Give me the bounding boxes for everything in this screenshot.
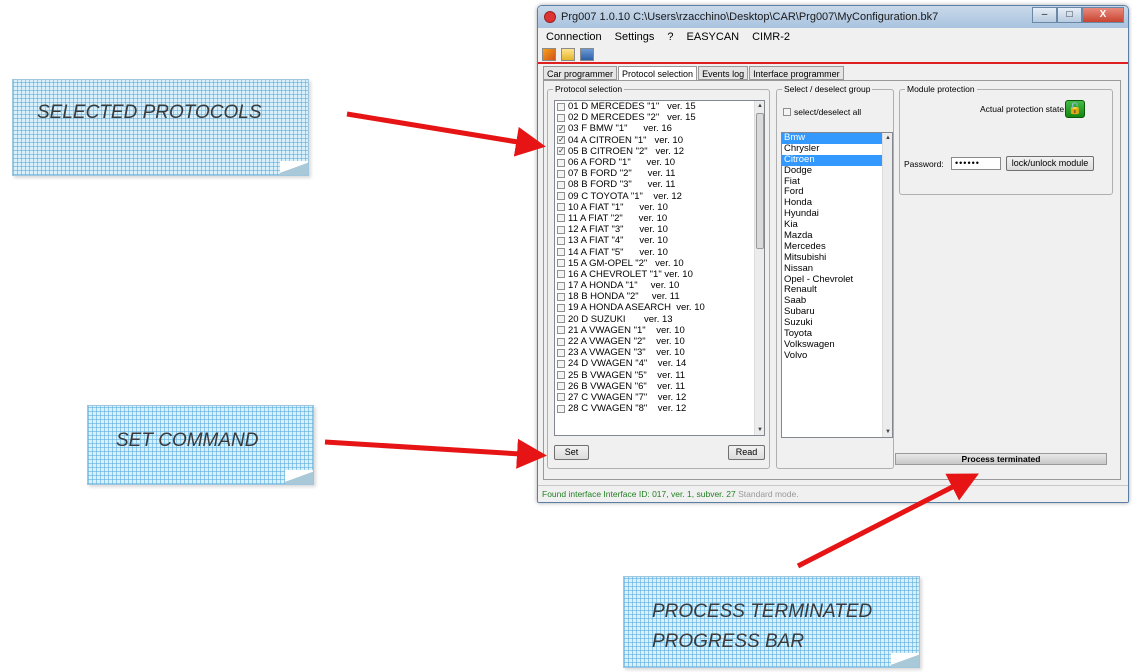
annotation-arrows <box>324 111 979 569</box>
arrow-to-progress-bar <box>796 473 979 569</box>
arrow-to-set-button <box>324 438 547 469</box>
arrow-to-protocols <box>346 111 546 157</box>
